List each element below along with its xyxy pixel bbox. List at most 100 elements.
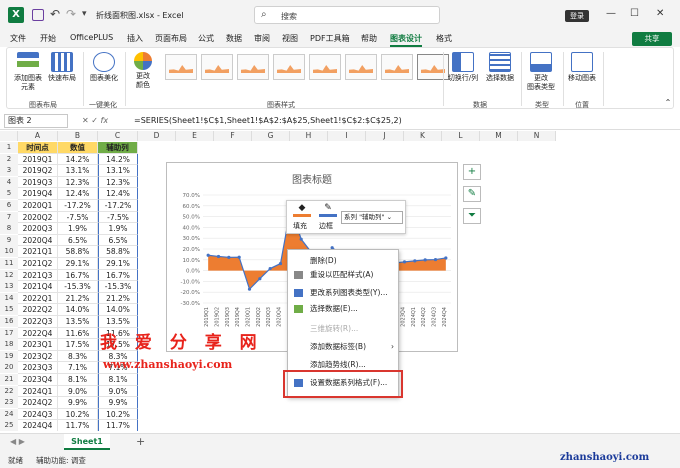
column-header-f[interactable]: F: [214, 131, 252, 141]
row-header[interactable]: 1: [0, 142, 18, 153]
row-header[interactable]: 21: [0, 374, 18, 385]
context-menu-item[interactable]: 三维旋转(R)...: [288, 322, 400, 336]
tab-data[interactable]: 数据: [226, 33, 242, 44]
tab-file[interactable]: 文件: [10, 33, 26, 44]
table-cell[interactable]: 2020Q2: [18, 211, 58, 224]
table-cell[interactable]: -15.3%: [58, 281, 98, 293]
row-header[interactable]: 6: [0, 200, 18, 211]
table-cell[interactable]: 11.7%: [98, 420, 138, 431]
table-cell[interactable]: 2023Q3: [18, 362, 58, 374]
table-cell[interactable]: 2023Q4: [18, 374, 58, 386]
table-cell[interactable]: 2022Q4: [18, 327, 58, 340]
chart-style-4[interactable]: [273, 54, 305, 80]
row-header[interactable]: 12: [0, 269, 18, 281]
table-cell[interactable]: 2024Q2: [18, 397, 58, 409]
table-cell[interactable]: 14.2%: [98, 153, 138, 166]
table-cell[interactable]: 7.1%: [58, 362, 98, 374]
table-cell[interactable]: 2021Q4: [18, 281, 58, 293]
add-chart-element-button[interactable]: 添加图表 元素: [11, 52, 45, 92]
row-header[interactable]: 16: [0, 316, 18, 327]
row-header[interactable]: 8: [0, 223, 18, 235]
table-cell[interactable]: 2022Q3: [18, 316, 58, 328]
table-cell[interactable]: 10.2%: [58, 408, 98, 421]
row-header[interactable]: 4: [0, 176, 18, 188]
column-header-b[interactable]: B: [58, 131, 98, 141]
table-cell[interactable]: 14.0%: [98, 304, 138, 316]
table-cell[interactable]: 9.9%: [58, 397, 98, 409]
row-header[interactable]: 3: [0, 165, 18, 177]
quick-layout-button[interactable]: 快速布局: [45, 52, 79, 83]
table-header-cell[interactable]: 数值: [58, 142, 98, 154]
table-cell[interactable]: 58.8%: [98, 246, 138, 258]
table-header-cell[interactable]: 辅助列: [98, 142, 138, 154]
minimize-icon[interactable]: —: [606, 8, 616, 19]
table-cell[interactable]: 2020Q4: [18, 234, 58, 247]
table-cell[interactable]: 11.7%: [58, 420, 98, 431]
table-cell[interactable]: 2021Q1: [18, 246, 58, 258]
formula-input[interactable]: =SERIES(Sheet1!$C$1,Sheet1!$A$2:$A$25,Sh…: [134, 116, 402, 125]
column-header-h[interactable]: H: [290, 131, 328, 141]
table-cell[interactable]: 2024Q1: [18, 385, 58, 398]
row-header[interactable]: 22: [0, 385, 18, 397]
tab-page-layout[interactable]: 页面布局: [155, 33, 187, 44]
row-header[interactable]: 23: [0, 397, 18, 409]
border-icon[interactable]: ✎: [319, 203, 337, 217]
table-cell[interactable]: 2019Q2: [18, 165, 58, 177]
context-menu-item[interactable]: 删除(D): [288, 254, 400, 268]
table-cell[interactable]: 9.9%: [98, 397, 138, 409]
select-all-corner[interactable]: [0, 131, 18, 141]
row-header[interactable]: 24: [0, 408, 18, 420]
table-cell[interactable]: 9.0%: [58, 385, 98, 398]
table-cell[interactable]: 21.2%: [58, 292, 98, 305]
table-cell[interactable]: 10.2%: [98, 408, 138, 421]
move-chart-button[interactable]: 移动图表: [565, 52, 599, 83]
search-box[interactable]: ⌕ 搜索: [254, 6, 440, 24]
context-menu-item[interactable]: 添加数据标签(B) ›: [288, 340, 400, 354]
table-cell[interactable]: 2020Q3: [18, 223, 58, 235]
table-cell[interactable]: 8.1%: [98, 374, 138, 386]
chart-style-7[interactable]: [381, 54, 413, 80]
select-data-button[interactable]: 选择数据: [483, 52, 517, 83]
table-cell[interactable]: 9.0%: [98, 385, 138, 398]
sheet-nav-icon[interactable]: ◀ ▶: [10, 437, 25, 446]
row-header[interactable]: 17: [0, 327, 18, 339]
table-cell[interactable]: 12.4%: [58, 188, 98, 200]
table-cell[interactable]: 2023Q1: [18, 339, 58, 351]
table-cell[interactable]: -15.3%: [98, 281, 138, 293]
border-label[interactable]: 边框: [319, 221, 333, 231]
chart-styles-icon[interactable]: ✎: [463, 186, 481, 202]
fill-label[interactable]: 填充: [293, 221, 307, 231]
table-cell[interactable]: 17.5%: [58, 339, 98, 351]
change-chart-type-button[interactable]: 更改 图表类型: [523, 52, 559, 92]
save-icon[interactable]: [32, 9, 44, 21]
row-header[interactable]: 25: [0, 420, 18, 431]
row-header[interactable]: 5: [0, 188, 18, 200]
context-menu-item[interactable]: 更改系列图表类型(Y)...: [288, 286, 400, 300]
column-header-m[interactable]: M: [480, 131, 518, 141]
maximize-icon[interactable]: ☐: [630, 8, 639, 19]
column-header-l[interactable]: L: [442, 131, 480, 141]
tab-officeplus[interactable]: OfficePLUS: [70, 33, 113, 42]
table-cell[interactable]: 2019Q1: [18, 153, 58, 166]
sheet-tab-sheet1[interactable]: Sheet1: [64, 434, 110, 450]
table-cell[interactable]: 6.5%: [98, 234, 138, 247]
tab-pdf-toolbox[interactable]: PDF工具箱: [310, 33, 350, 44]
tab-home[interactable]: 开始: [40, 33, 56, 44]
table-cell[interactable]: 12.3%: [98, 176, 138, 189]
row-header[interactable]: 14: [0, 292, 18, 304]
login-button[interactable]: 登录: [565, 10, 589, 22]
table-cell[interactable]: 8.1%: [58, 374, 98, 386]
table-cell[interactable]: 2024Q4: [18, 420, 58, 431]
context-menu-item[interactable]: 选择数据(E)...: [288, 302, 400, 316]
table-cell[interactable]: -17.2%: [98, 200, 138, 212]
table-cell[interactable]: 14.0%: [58, 304, 98, 316]
table-cell[interactable]: 6.5%: [58, 234, 98, 247]
column-header-c[interactable]: C: [98, 131, 138, 141]
add-sheet-icon[interactable]: +: [136, 435, 145, 448]
tab-format[interactable]: 格式: [436, 33, 452, 44]
row-header[interactable]: 11: [0, 258, 18, 269]
table-cell[interactable]: 2024Q3: [18, 408, 58, 421]
table-cell[interactable]: 12.3%: [58, 176, 98, 189]
undo-icon[interactable]: ↶: [50, 7, 60, 23]
row-header[interactable]: 20: [0, 362, 18, 374]
